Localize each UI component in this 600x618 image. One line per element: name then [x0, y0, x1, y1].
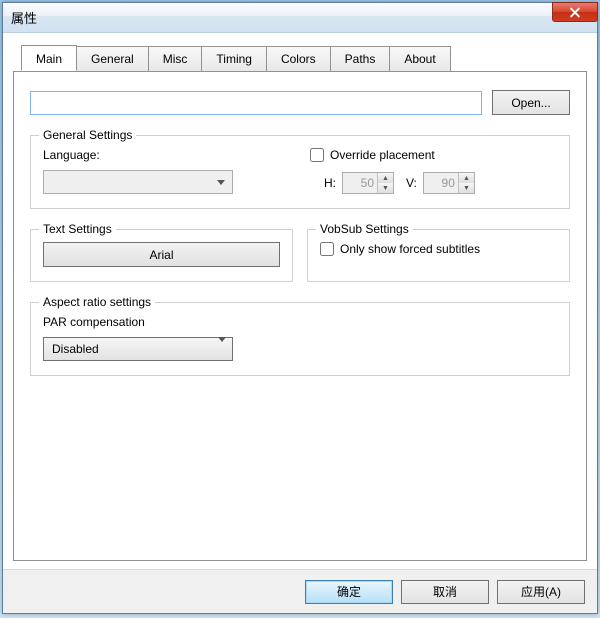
dialog-footer: 确定 取消 应用(A)	[3, 569, 597, 613]
h-label: H:	[324, 176, 336, 190]
group-vobsub-settings: VobSub Settings Only show forced subtitl…	[307, 229, 570, 282]
tab-about[interactable]: About	[389, 46, 450, 72]
file-path-input[interactable]	[30, 91, 482, 115]
v-spinner[interactable]: ▲▼	[423, 172, 475, 194]
tab-colors[interactable]: Colors	[266, 46, 331, 72]
language-combo[interactable]	[43, 170, 233, 194]
file-row: Open...	[30, 90, 570, 115]
titlebar: 属性	[3, 3, 597, 33]
tab-misc[interactable]: Misc	[148, 46, 203, 72]
ok-button[interactable]: 确定	[305, 580, 393, 604]
tab-main[interactable]: Main	[21, 45, 77, 71]
h-spinner[interactable]: ▲▼	[342, 172, 394, 194]
group-general-settings: General Settings Language: Override plac…	[30, 135, 570, 209]
tab-paths[interactable]: Paths	[330, 46, 391, 72]
tab-panel-main: Open... General Settings Language:	[13, 71, 587, 561]
tab-general[interactable]: General	[76, 46, 149, 72]
override-placement-label: Override placement	[330, 148, 435, 162]
h-value[interactable]	[343, 173, 377, 193]
h-spin-down[interactable]: ▼	[378, 183, 393, 193]
h-spin-up[interactable]: ▲	[378, 173, 393, 183]
group-text-settings: Text Settings Arial	[30, 229, 293, 282]
override-placement-checkbox[interactable]	[310, 148, 324, 162]
v-label: V:	[406, 176, 417, 190]
v-value[interactable]	[424, 173, 458, 193]
override-placement-row[interactable]: Override placement	[310, 148, 557, 162]
par-label: PAR compensation	[43, 315, 557, 329]
properties-window: 属性 Main General Misc Timing Colors Paths…	[2, 2, 598, 614]
legend-vobsub-settings: VobSub Settings	[316, 222, 413, 236]
window-title: 属性	[11, 8, 37, 27]
tab-strip: Main General Misc Timing Colors Paths Ab…	[21, 45, 587, 71]
forced-subs-checkbox[interactable]	[320, 242, 334, 256]
close-icon	[569, 7, 581, 18]
forced-subs-row[interactable]: Only show forced subtitles	[320, 242, 557, 256]
legend-text-settings: Text Settings	[39, 222, 116, 236]
v-spin-up[interactable]: ▲	[459, 173, 474, 183]
legend-aspect-ratio: Aspect ratio settings	[39, 295, 155, 309]
close-button[interactable]	[552, 2, 598, 22]
apply-button[interactable]: 应用(A)	[497, 580, 585, 604]
chevron-down-icon	[213, 175, 228, 190]
legend-general-settings: General Settings	[39, 128, 136, 142]
forced-subs-label: Only show forced subtitles	[340, 242, 480, 256]
par-value: Disabled	[52, 342, 99, 356]
hv-row: H: ▲▼ V: ▲▼	[324, 172, 557, 194]
par-combo[interactable]: Disabled	[43, 337, 233, 361]
font-button[interactable]: Arial	[43, 242, 280, 267]
v-spin-down[interactable]: ▼	[459, 183, 474, 193]
tab-timing[interactable]: Timing	[201, 46, 267, 72]
language-label: Language:	[43, 148, 290, 162]
content-area: Main General Misc Timing Colors Paths Ab…	[3, 33, 597, 569]
chevron-down-icon	[218, 342, 226, 356]
cancel-button[interactable]: 取消	[401, 580, 489, 604]
open-button[interactable]: Open...	[492, 90, 570, 115]
group-aspect-ratio: Aspect ratio settings PAR compensation D…	[30, 302, 570, 376]
